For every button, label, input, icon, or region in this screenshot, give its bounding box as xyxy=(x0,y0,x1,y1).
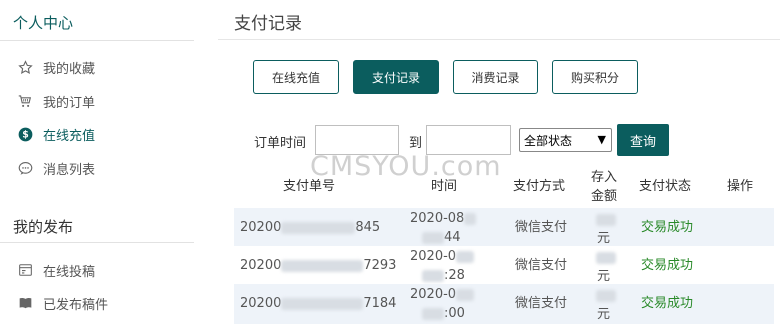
order-id-cell: 20200 7293 xyxy=(240,258,397,273)
status-cell: 交易成功 xyxy=(641,220,694,235)
sidebar-item-recharge[interactable]: $ 在线充值 xyxy=(17,124,95,144)
status-select[interactable]: 全部状态 ▼ xyxy=(519,128,612,152)
tab-buy-points[interactable]: 购买积分 xyxy=(552,60,638,94)
sidebar-item-favorites[interactable]: 我的收藏 xyxy=(17,57,95,77)
cart-icon xyxy=(17,93,33,109)
my-publish-title: 我的发布 xyxy=(13,218,74,236)
time-cell-clock: :00 xyxy=(422,304,465,323)
payment-method-cell: 微信支付 xyxy=(515,220,568,235)
sidebar-item-label: 在线投稿 xyxy=(43,264,96,280)
header-divider xyxy=(218,39,780,40)
order-id-cell: 20200 7184 xyxy=(240,296,397,311)
time-cell-date: 2020-08 xyxy=(410,209,477,228)
tab-payment-records[interactable]: 支付记录 xyxy=(353,60,439,94)
order-id-cell: 20200 845 xyxy=(240,220,381,235)
table-row: 20200 845 2020-08 44 微信支付 元 交易成功 xyxy=(234,208,774,246)
book-icon xyxy=(17,295,33,311)
to-label: 到 xyxy=(409,136,423,151)
sidebar-divider xyxy=(0,40,194,41)
header-payment-method: 支付方式 xyxy=(513,179,566,194)
payment-method-cell: 微信支付 xyxy=(515,296,568,311)
chat-icon xyxy=(17,160,33,176)
tab-consumption-records[interactable]: 消费记录 xyxy=(453,60,538,94)
sidebar-item-published[interactable]: 已发布稿件 xyxy=(17,293,108,313)
sidebar-divider xyxy=(0,242,194,243)
header-order-id: 支付单号 xyxy=(283,179,336,194)
form-icon xyxy=(17,262,33,278)
order-time-label: 订单时间 xyxy=(254,136,307,151)
chevron-down-icon: ▼ xyxy=(597,133,606,146)
time-cell-date: 2020-0 xyxy=(410,247,475,266)
dollar-icon: $ xyxy=(17,126,33,142)
tab-recharge[interactable]: 在线充值 xyxy=(253,60,339,94)
sidebar-item-label: 消息列表 xyxy=(43,162,96,178)
start-date-input[interactable] xyxy=(315,125,399,155)
sidebar-item-messages[interactable]: 消息列表 xyxy=(17,158,95,178)
sidebar-item-label: 我的收藏 xyxy=(43,61,96,77)
watermark: CMSYOU.com xyxy=(310,151,502,182)
sidebar-item-label: 已发布稿件 xyxy=(43,297,109,313)
sidebar-item-orders[interactable]: 我的订单 xyxy=(17,91,95,111)
end-date-input[interactable] xyxy=(426,125,511,155)
page-title: 支付记录 xyxy=(234,14,302,34)
payment-method-cell: 微信支付 xyxy=(515,258,568,273)
amount-cell xyxy=(596,286,616,305)
table-row: 20200 7293 2020-0 :28 微信支付 元 交易成功 xyxy=(234,246,774,284)
header-time: 时间 xyxy=(431,179,458,194)
time-cell-clock: :28 xyxy=(422,266,465,285)
amount-unit: 元 xyxy=(597,307,611,322)
header-actions: 操作 xyxy=(727,179,754,194)
sidebar-item-label: 我的订单 xyxy=(43,95,96,111)
time-cell-date: 2020-0 xyxy=(410,285,475,304)
time-cell-clock: 44 xyxy=(422,228,461,247)
status-cell: 交易成功 xyxy=(641,296,694,311)
table-row: 20200 7184 2020-0 :00 微信支付 元 交易成功 xyxy=(234,284,774,324)
amount-cell xyxy=(596,210,616,229)
amount-cell xyxy=(596,248,616,267)
sidebar-item-label: 在线充值 xyxy=(43,128,96,144)
header-amount: 金额 xyxy=(591,189,618,204)
star-icon xyxy=(17,59,33,75)
status-cell: 交易成功 xyxy=(641,258,694,273)
status-select-value: 全部状态 xyxy=(524,133,573,148)
sidebar-item-submit[interactable]: 在线投稿 xyxy=(17,260,95,280)
svg-text:$: $ xyxy=(22,129,29,140)
header-deposit: 存入 xyxy=(591,170,618,185)
header-status: 支付状态 xyxy=(639,179,692,194)
personal-center-title: 个人中心 xyxy=(13,14,74,32)
sidebar: 个人中心 我的收藏 我的订单 $ 在线充值 消息列表 我的发布 在线投稿 已发布… xyxy=(0,0,200,324)
query-button[interactable]: 查询 xyxy=(617,124,669,156)
